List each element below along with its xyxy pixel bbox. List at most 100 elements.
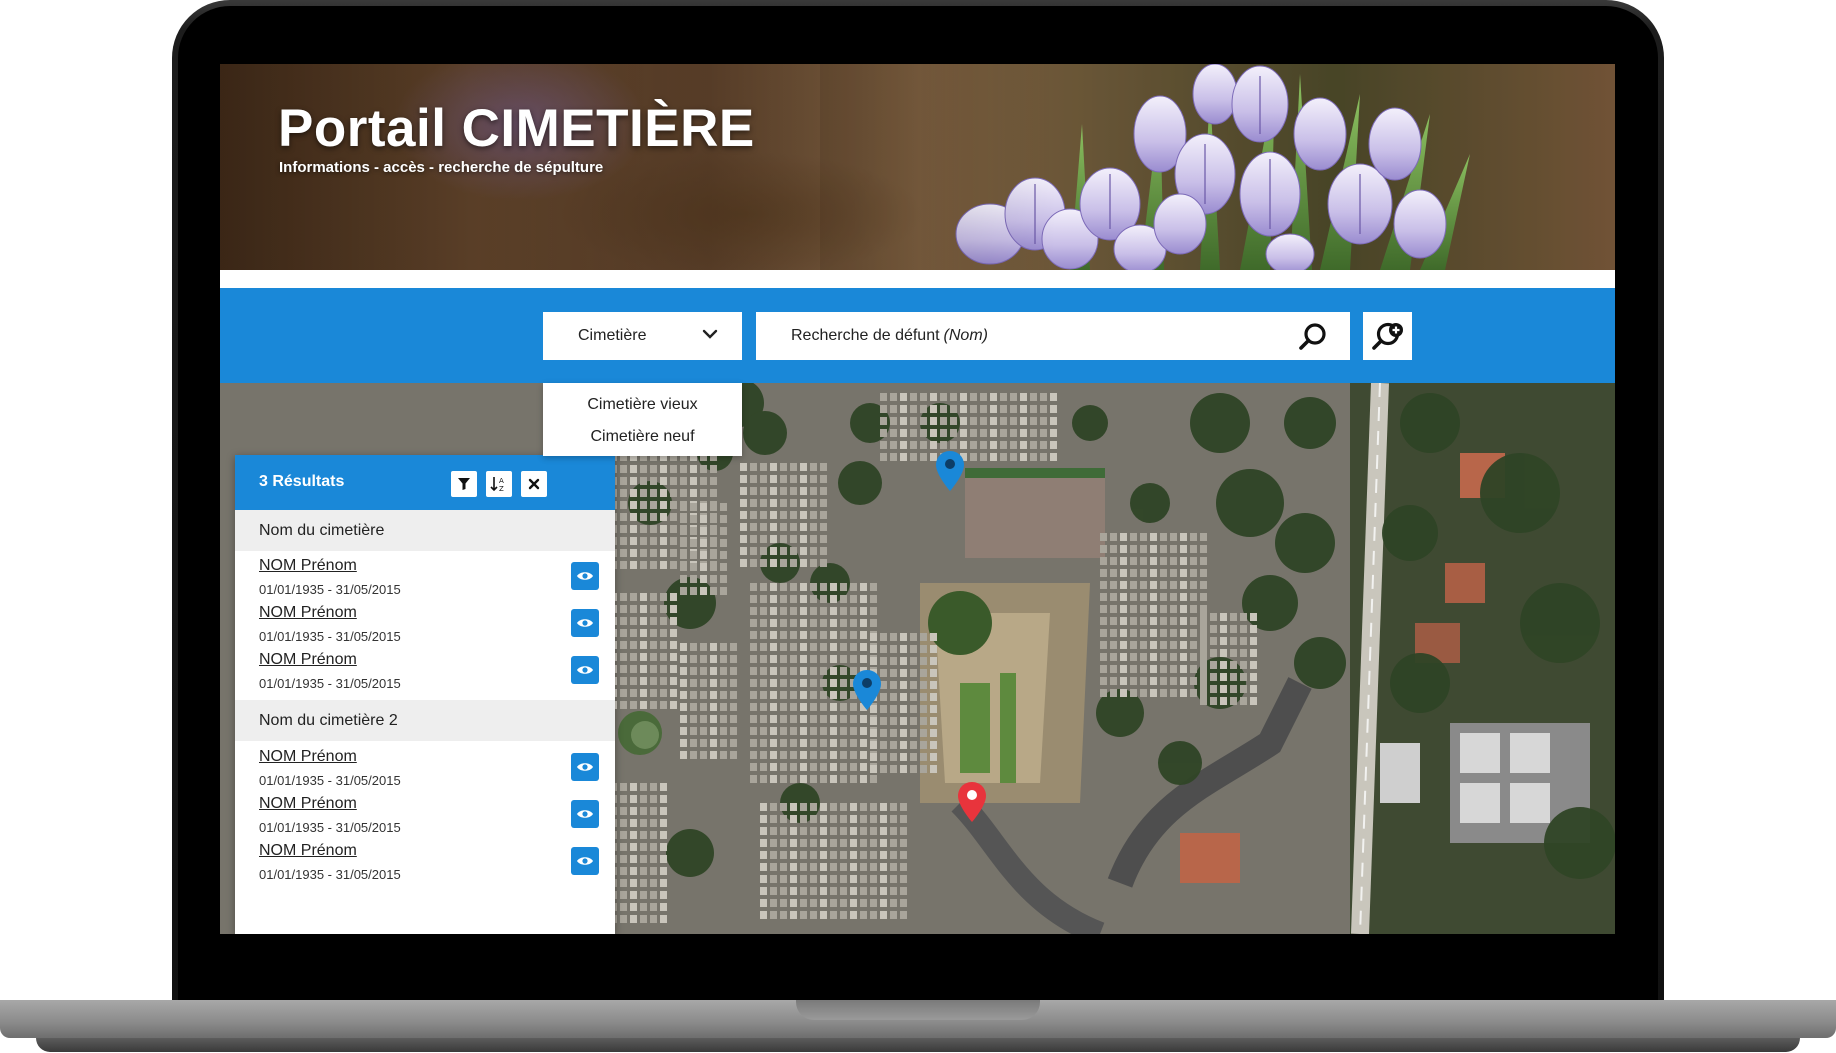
sort-button[interactable]: A Z [486, 471, 512, 497]
grave-plot [920, 429, 927, 437]
grave-plot [650, 549, 657, 557]
grave-plot [830, 775, 837, 783]
grave-plot [1220, 613, 1227, 621]
grave-plot [830, 715, 837, 723]
grave-plot [1160, 617, 1167, 625]
grave-plot [830, 803, 837, 811]
grave-plot [630, 665, 637, 673]
advanced-search-button[interactable] [1363, 312, 1412, 360]
grave-plot [820, 751, 827, 759]
grave-plot [1160, 629, 1167, 637]
search-input[interactable]: Recherche de défunt (Nom) [756, 312, 1350, 360]
grave-plot [1170, 629, 1177, 637]
grave-plot [1160, 689, 1167, 697]
view-button[interactable] [571, 847, 599, 875]
grave-plot [710, 739, 717, 747]
cemetery-group-header: Nom du cimetière [235, 510, 615, 551]
grave-plot [800, 863, 807, 871]
close-button[interactable] [521, 471, 547, 497]
grave-plot [1010, 405, 1017, 413]
deceased-name-link[interactable]: NOM Prénom [259, 604, 357, 622]
grave-plot [660, 831, 667, 839]
grave-plot [770, 827, 777, 835]
close-icon [528, 478, 540, 490]
grave-plot [790, 887, 797, 895]
grave-plot [810, 559, 817, 567]
deceased-name-link[interactable]: NOM Prénom [259, 557, 357, 575]
grave-plot [790, 559, 797, 567]
grave-plot [940, 417, 947, 425]
grave-plot [710, 643, 717, 651]
view-button[interactable] [571, 609, 599, 637]
grave-plot [1160, 545, 1167, 553]
map-marker-icon[interactable] [935, 450, 965, 492]
grave-plot [760, 643, 767, 651]
grave-plot [920, 705, 927, 713]
grave-plot [710, 551, 717, 559]
grave-plot [850, 775, 857, 783]
grave-plot [670, 641, 677, 649]
grave-plot [690, 563, 697, 571]
grave-plot [870, 887, 877, 895]
grave-plot [820, 851, 827, 859]
grave-plot [900, 405, 907, 413]
grave-plot [1190, 677, 1197, 685]
grave-plot [840, 851, 847, 859]
grave-plot [640, 903, 647, 911]
grave-plot [900, 633, 907, 641]
grave-plot [890, 693, 897, 701]
grave-plot [1180, 689, 1187, 697]
grave-plot [1220, 673, 1227, 681]
grave-plot [690, 715, 697, 723]
map-marker-icon[interactable] [957, 781, 987, 823]
cemetery-option-neuf[interactable]: Cimetière neuf [543, 421, 742, 453]
filter-button[interactable] [451, 471, 477, 497]
grave-plot [1120, 689, 1127, 697]
view-button[interactable] [571, 753, 599, 781]
deceased-name-link[interactable]: NOM Prénom [259, 795, 357, 813]
grave-plot [620, 501, 627, 509]
view-button[interactable] [571, 562, 599, 590]
grave-plot [640, 855, 647, 863]
grave-plot [720, 575, 727, 583]
grave-plot [770, 775, 777, 783]
grave-plot [770, 487, 777, 495]
grave-plot [820, 463, 827, 471]
grave-plot [620, 689, 627, 697]
grave-plot [780, 619, 787, 627]
grave-plot [670, 513, 677, 521]
grave-plot [760, 739, 767, 747]
grave-plot [820, 703, 827, 711]
grave-plot [930, 417, 937, 425]
grave-plot [700, 703, 707, 711]
grave-plot [700, 739, 707, 747]
grave-plot [830, 583, 837, 591]
grave-plot [840, 583, 847, 591]
cemetery-option-vieux[interactable]: Cimetière vieux [543, 389, 742, 421]
grave-plot [930, 405, 937, 413]
grave-plot [760, 631, 767, 639]
view-button[interactable] [571, 800, 599, 828]
search-icon[interactable] [1298, 322, 1328, 352]
grave-plot [810, 739, 817, 747]
grave-plot [780, 803, 787, 811]
grave-plot [630, 561, 637, 569]
deceased-name-link[interactable]: NOM Prénom [259, 651, 357, 669]
cemetery-dropdown-menu: Cimetière vieux Cimetière neuf [543, 383, 742, 456]
deceased-name-link[interactable]: NOM Prénom [259, 842, 357, 860]
grave-plot [870, 633, 877, 641]
map-marker-icon[interactable] [852, 669, 882, 711]
grave-plot [1170, 665, 1177, 673]
grave-plot [1170, 641, 1177, 649]
grave-plot [790, 583, 797, 591]
cemetery-select[interactable]: Cimetière [543, 312, 742, 360]
grave-plot [1100, 569, 1107, 577]
grave-plot [620, 641, 627, 649]
deceased-name-link[interactable]: NOM Prénom [259, 748, 357, 766]
view-button[interactable] [571, 656, 599, 684]
grave-plot [910, 429, 917, 437]
grave-plot [1200, 625, 1207, 633]
grave-plot [790, 475, 797, 483]
grave-plot [920, 633, 927, 641]
grave-plot [860, 607, 867, 615]
